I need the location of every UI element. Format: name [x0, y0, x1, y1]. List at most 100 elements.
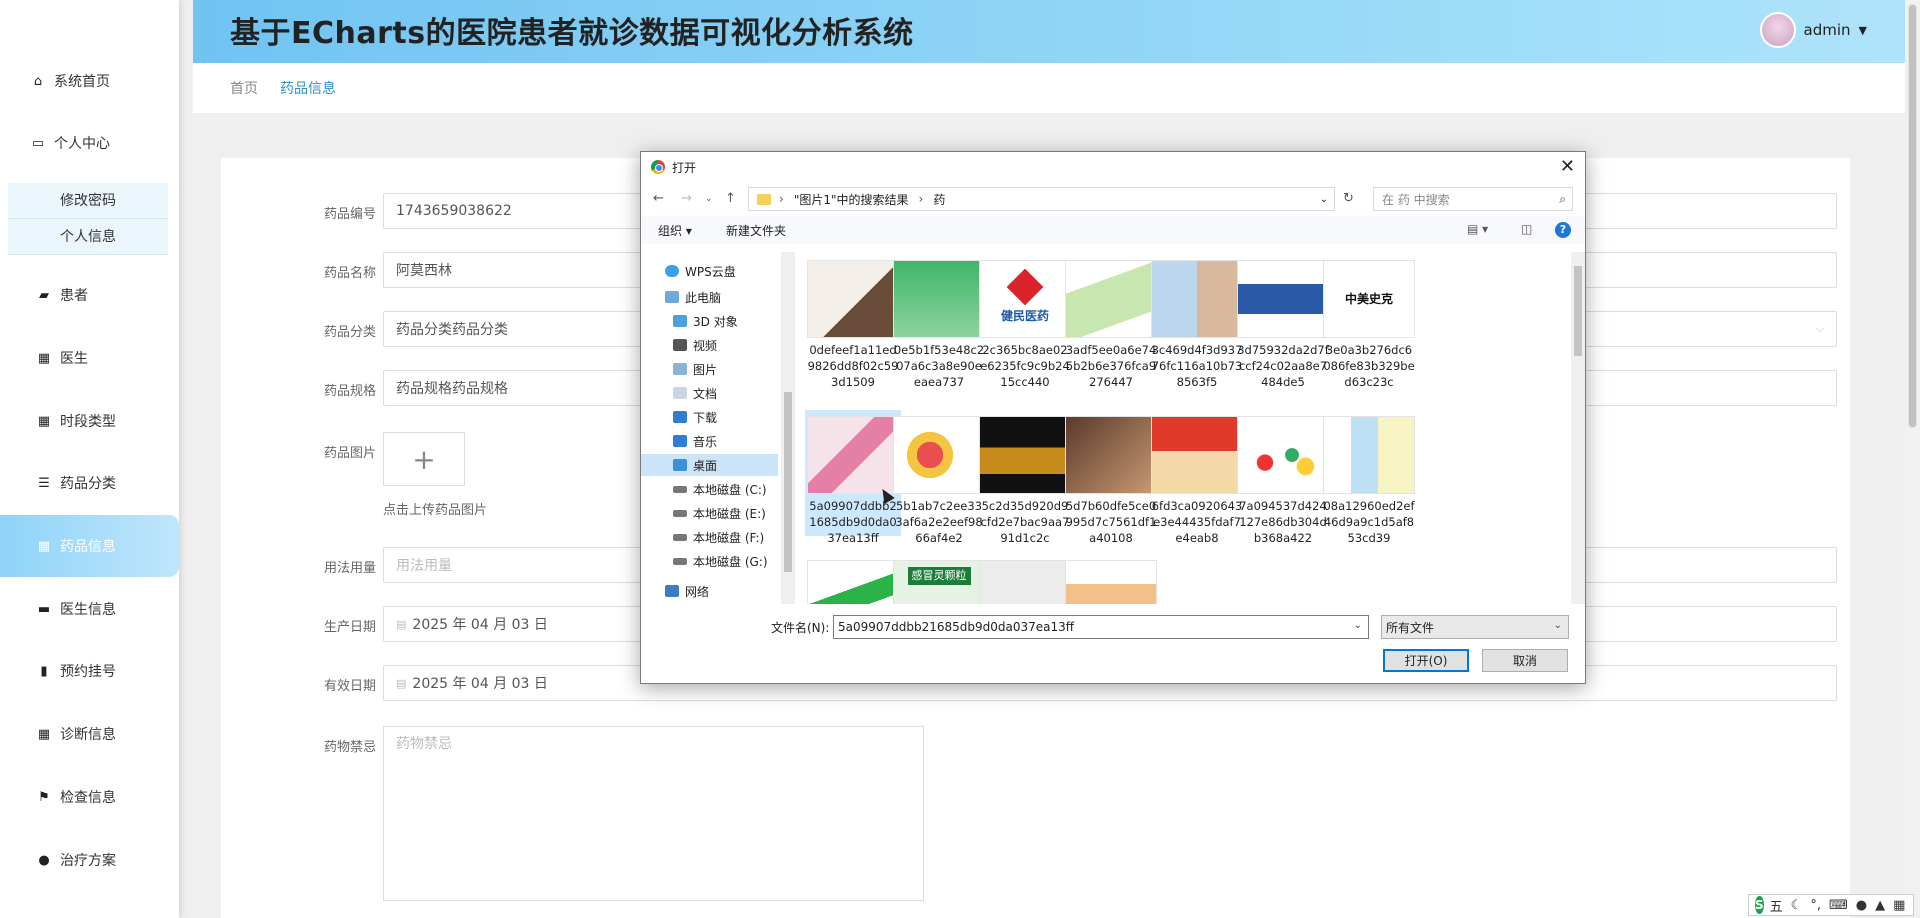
file-item[interactable]: 7a094537d424127e86db304db368a422: [1235, 410, 1331, 546]
tree-item-drive-c[interactable]: 本地磁盘 (C:): [641, 478, 778, 500]
punctuation-icon[interactable]: °,: [1810, 898, 1821, 913]
tree-item-drive-g[interactable]: 本地磁盘 (G:): [641, 550, 778, 572]
image-upload-button[interactable]: +: [383, 432, 465, 486]
breadcrumb-chevron-icon: ›: [918, 192, 924, 206]
chevron-down-icon[interactable]: ⌄: [1320, 194, 1328, 205]
skin-icon[interactable]: ▲: [1875, 898, 1885, 913]
tree-item-downloads[interactable]: 下载: [641, 406, 778, 428]
file-item[interactable]: 6fd3ca0920643e3e44435fdaf7e4eab8: [1149, 410, 1245, 546]
file-item[interactable]: [805, 560, 901, 604]
file-item[interactable]: 3adf5ee0a6e745b2b6e376fca9276447: [1063, 260, 1159, 390]
file-item[interactable]: 0e5b1f53e48c207a6c3a8e90eeaea737: [891, 260, 987, 390]
user-icon[interactable]: ●: [1856, 898, 1867, 913]
file-item[interactable]: [977, 560, 1073, 604]
tree-scrollbar-thumb[interactable]: [784, 392, 792, 572]
upload-hint: 点击上传药品图片: [383, 503, 488, 518]
back-arrow-icon[interactable]: ←: [653, 191, 664, 206]
dialog-buttons: 打开(O) 取消: [641, 644, 1585, 678]
file-item-selected[interactable]: 5a09907ddbb21685db9d0da037ea13ff: [805, 410, 901, 545]
file-item[interactable]: [1063, 560, 1159, 604]
tree-scrollbar[interactable]: [781, 252, 795, 604]
file-item[interactable]: 3d75932da2d7fccf24c02aa8e7484de5: [1235, 260, 1331, 390]
tree-item-music[interactable]: 音乐: [641, 430, 778, 452]
up-arrow-icon[interactable]: ↑: [725, 191, 736, 206]
address-bar[interactable]: › "图片1"中的搜索结果 › 药 ⌄: [748, 187, 1335, 211]
file-item[interactable]: 健民医药 2c365bc8ae02e6235fc9c9b2415cc440: [977, 260, 1073, 390]
cancel-button[interactable]: 取消: [1482, 649, 1568, 672]
user-menu[interactable]: admin ▼: [1759, 12, 1867, 48]
recent-dropdown-icon[interactable]: ⌄: [705, 194, 713, 204]
path-search-results[interactable]: "图片1"中的搜索结果: [794, 191, 909, 208]
page-scrollbar-thumb[interactable]: [1908, 4, 1917, 428]
dialog-titlebar[interactable]: 打开 ✕: [641, 152, 1585, 182]
file-item[interactable]: 5c2d35d920d9cfd2e7bac9aa791d1c2c: [977, 410, 1073, 546]
chevron-down-icon[interactable]: ⌄: [1354, 620, 1362, 631]
page-scrollbar[interactable]: [1905, 0, 1920, 918]
keyboard-icon[interactable]: ⌨: [1829, 898, 1848, 913]
tree-item-this-pc[interactable]: 此电脑: [641, 286, 778, 308]
filename-input[interactable]: 5a09907ddbb21685db9d0da037ea13ff ⌄: [833, 615, 1369, 639]
chrome-icon: [651, 160, 665, 174]
tree-item-network[interactable]: 网络: [641, 580, 778, 602]
sidebar-item-treatment[interactable]: ● 治疗方案: [0, 829, 179, 891]
breadcrumb-home[interactable]: 首页: [230, 78, 258, 98]
preview-pane-icon[interactable]: ◫: [1521, 222, 1532, 236]
download-icon: [673, 411, 687, 423]
path-folder[interactable]: 药: [933, 191, 945, 208]
ime-toolbar[interactable]: S 五 ☾ °, ⌨ ● ▲ ▦: [1748, 894, 1914, 916]
tree-item-desktop[interactable]: 桌面: [641, 454, 778, 476]
file-thumbnail: [1151, 416, 1243, 494]
view-options-icon[interactable]: ▤ ▾: [1467, 222, 1488, 236]
sidebar-item-diagnosis[interactable]: ▦ 诊断信息: [0, 703, 179, 765]
files-scrollbar-thumb[interactable]: [1574, 266, 1582, 356]
file-item[interactable]: 感冒灵颗粒: [891, 560, 987, 604]
grid-icon: ▦: [37, 538, 51, 554]
sidebar-item-patient[interactable]: ▰ 患者: [0, 264, 179, 326]
tree-item-drive-e[interactable]: 本地磁盘 (E:): [641, 502, 778, 524]
tree-item-wps-cloud[interactable]: WPS云盘: [641, 260, 778, 282]
music-icon: [673, 435, 687, 447]
sidebar-item-doctor-info[interactable]: ▬ 医生信息: [0, 578, 179, 640]
sidebar-item-examination[interactable]: ⚑ 检查信息: [0, 766, 179, 828]
tree-item-3d[interactable]: 3D 对象: [641, 310, 778, 332]
file-item[interactable]: 中美史克 3e0a3b276dc6086fe83b329bed63c23c: [1321, 260, 1417, 390]
taboo-textarea[interactable]: 药物禁忌: [383, 726, 924, 901]
sidebar-item-drug-info[interactable]: ▦ 药品信息: [0, 515, 179, 577]
file-item[interactable]: 5b1ab7c2ee333af6a2e2eef9866af4e2: [891, 410, 987, 546]
sidebar-item-doctor[interactable]: ▦ 医生: [0, 327, 179, 389]
moon-icon[interactable]: ☾: [1791, 898, 1803, 913]
drive-icon: [673, 533, 687, 541]
submenu-personal-info[interactable]: 个人信息: [8, 219, 168, 255]
tree-item-videos[interactable]: 视频: [641, 334, 778, 356]
sidebar-item-home[interactable]: ⌂ 系统首页: [0, 50, 179, 112]
desktop-icon: [673, 459, 687, 471]
file-item[interactable]: 08a12960ed2ef46d9a9c1d5af853cd39: [1321, 410, 1417, 546]
tree-item-documents[interactable]: 文档: [641, 382, 778, 404]
sidebar-item-time-type[interactable]: ▦ 时段类型: [0, 390, 179, 452]
tree-item-pictures[interactable]: 图片: [641, 358, 778, 380]
dialog-toolbar: 组织 ▾ 新建文件夹 ▤ ▾ ◫ ?: [641, 216, 1585, 244]
sidebar-item-appointment[interactable]: ▮ 预约挂号: [0, 640, 179, 702]
organize-menu[interactable]: 组织 ▾: [658, 222, 692, 239]
files-scrollbar[interactable]: [1571, 252, 1585, 604]
help-icon[interactable]: ?: [1555, 222, 1571, 238]
file-item[interactable]: 0defeef1a11ed9826dd8f02c593d1509: [805, 260, 901, 390]
new-folder-button[interactable]: 新建文件夹: [726, 222, 786, 239]
ime-mode[interactable]: 五: [1770, 896, 1783, 915]
refresh-icon[interactable]: ↻: [1343, 191, 1354, 206]
file-item[interactable]: 5d7b60dfe5ce0995d7c7561df1a40108: [1063, 410, 1159, 546]
spec-label: 药品规格: [323, 384, 376, 399]
file-type-select[interactable]: 所有文件 ⌄: [1381, 615, 1569, 639]
grid-icon[interactable]: ▦: [1893, 898, 1905, 913]
tree-item-drive-f[interactable]: 本地磁盘 (F:): [641, 526, 778, 548]
open-button[interactable]: 打开(O): [1383, 649, 1469, 672]
submenu-change-password[interactable]: 修改密码: [8, 183, 168, 219]
computer-icon: [665, 291, 679, 303]
file-item[interactable]: 3c469d4f3d93776fc116a10b738563f5: [1149, 260, 1245, 390]
sidebar-item-drug-category[interactable]: ☰ 药品分类: [0, 452, 179, 514]
close-icon[interactable]: ✕: [1560, 156, 1575, 177]
forward-arrow-icon[interactable]: →: [681, 191, 692, 206]
sidebar-item-personal[interactable]: ▭ 个人中心: [0, 112, 179, 174]
file-thumbnail: [1237, 260, 1329, 338]
folder-search-input[interactable]: 在 药 中搜索 ⌕: [1373, 187, 1573, 211]
